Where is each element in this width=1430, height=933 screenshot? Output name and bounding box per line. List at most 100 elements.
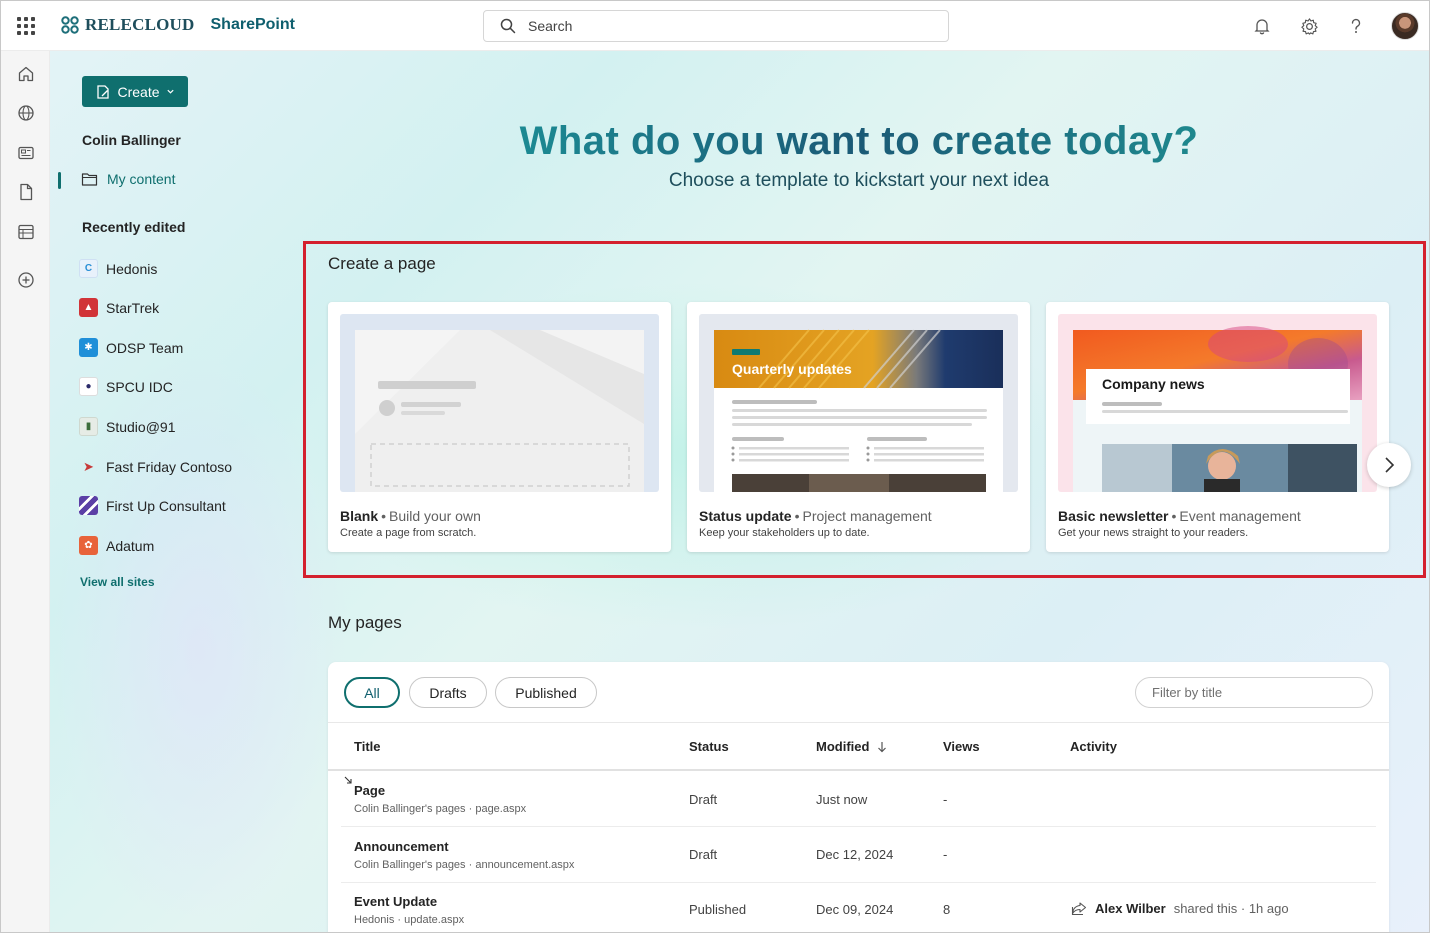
nav-my-content[interactable]: My content (81, 171, 175, 187)
app-name: SharePoint (210, 16, 295, 33)
site-logo-icon: ● (79, 377, 98, 396)
create-button[interactable]: Create (82, 76, 188, 107)
template-card-blank[interactable]: Blank • Build your own Create a page from … (328, 302, 671, 552)
view-all-sites-link[interactable]: View all sites (80, 575, 155, 589)
row-status: Draft (689, 792, 718, 807)
globe-icon[interactable] (16, 103, 36, 123)
site-studio91[interactable]: ▮ Studio@91 (79, 417, 175, 436)
template-description: Keep your stakeholders up to date. (699, 527, 870, 539)
row-title[interactable]: Page (354, 783, 385, 798)
site-logo-icon: ▮ (79, 417, 98, 436)
site-adatum[interactable]: ✿ Adatum (79, 536, 154, 555)
brand[interactable]: RELECLOUD SharePoint (61, 15, 295, 35)
newsletter-illustration: Company news (1073, 326, 1362, 492)
notifications-bell-icon[interactable] (1250, 14, 1274, 38)
filter-all[interactable]: All (344, 677, 400, 708)
row-activity: Alex Wilber shared this · 1h ago (1071, 901, 1289, 916)
row-views: 8 (943, 902, 951, 917)
folder-icon (81, 172, 98, 186)
site-label: StarTrek (106, 299, 160, 316)
site-hedonis[interactable]: C Hedonis (79, 259, 157, 278)
template-name: Status update (699, 508, 792, 524)
thumbnail-heading: Company news (1102, 376, 1205, 392)
nav-my-content-label: My content (107, 171, 176, 187)
site-logo-icon: C (79, 259, 98, 278)
settings-gear-icon[interactable] (1297, 14, 1321, 38)
help-icon[interactable] (1344, 14, 1368, 38)
template-card-status-update[interactable]: Quarterly updates Status update • Project … (687, 302, 1030, 552)
site-label: Hedonis (106, 260, 158, 277)
org-name: RELECLOUD (85, 15, 195, 34)
create-page-heading: Create a page (328, 254, 436, 273)
list-icon[interactable] (16, 222, 36, 242)
site-fast-friday-contoso[interactable]: ➤ Fast Friday Contoso (79, 457, 232, 476)
template-description: Get your news straight to your readers. (1058, 527, 1249, 539)
status-update-thumbnail: Quarterly updates (699, 314, 1018, 492)
activity-user[interactable]: Alex Wilber (1095, 901, 1166, 916)
template-title: Blank • Build your own (340, 508, 481, 524)
home-icon[interactable] (16, 64, 36, 84)
newsletter-thumbnail: Company news (1058, 314, 1377, 492)
column-header-modified[interactable]: Modified (816, 739, 887, 754)
filter-drafts[interactable]: Drafts (409, 677, 487, 708)
template-category: Event management (1179, 508, 1301, 524)
hero-title: What do you want to create today? (481, 119, 1237, 164)
filter-published[interactable]: Published (495, 677, 597, 708)
search-placeholder: Search (528, 18, 573, 34)
filter-by-title-input[interactable] (1135, 677, 1373, 708)
column-header-activity[interactable]: Activity (1070, 739, 1117, 754)
site-startrek[interactable]: ▲ StarTrek (79, 298, 159, 317)
template-name: Basic newsletter (1058, 508, 1169, 524)
template-card-basic-newsletter[interactable]: Company news Basic newsletter • Event mana… (1046, 302, 1389, 552)
app-bar (1, 51, 50, 932)
search-box[interactable]: Search (483, 10, 949, 42)
site-label: Studio@91 (106, 418, 176, 435)
site-label: First Up Consultant (106, 497, 226, 514)
row-modified: Dec 12, 2024 (816, 847, 894, 862)
document-icon[interactable] (16, 182, 36, 202)
template-category: Project management (802, 508, 932, 524)
site-logo-icon: ➤ (83, 458, 94, 474)
template-name: Blank (340, 508, 379, 524)
header-actions (1250, 1, 1429, 51)
row-views: - (943, 792, 948, 807)
blank-thumbnail (340, 314, 659, 492)
site-label: SPCU IDC (106, 378, 173, 395)
site-logo-icon: ▲ (79, 298, 98, 317)
column-label: Modified (816, 739, 870, 754)
recently-edited-heading: Recently edited (82, 219, 186, 235)
row-location: Colin Ballinger's pages · page.aspx (354, 803, 527, 815)
share-icon (1071, 902, 1087, 916)
selected-indicator (58, 172, 61, 189)
column-label: Title (354, 739, 381, 754)
row-location: Hedonis · update.aspx (354, 914, 465, 926)
add-icon[interactable] (16, 270, 36, 290)
row-title[interactable]: Event Update (354, 894, 437, 909)
site-first-up-consultant[interactable]: First Up Consultant (79, 496, 226, 515)
app-window: RELECLOUD SharePoint Search Create Colin… (0, 0, 1430, 933)
news-icon[interactable] (16, 143, 36, 163)
site-odsp-team[interactable]: ✱ ODSP Team (79, 338, 183, 357)
row-modified: Dec 09, 2024 (816, 902, 894, 917)
suite-header: RELECLOUD SharePoint Search (1, 1, 1429, 51)
create-label: Create (117, 83, 160, 100)
row-divider (341, 882, 1376, 883)
new-page-icon (97, 84, 110, 99)
status-update-illustration: Quarterly updates (714, 329, 1003, 492)
blank-page-illustration (355, 330, 644, 492)
row-title[interactable]: Announcement (354, 839, 449, 854)
site-spcu-idc[interactable]: ● SPCU IDC (79, 377, 173, 396)
row-status: Draft (689, 847, 718, 862)
column-header-title[interactable]: Title (354, 739, 381, 754)
app-launcher-icon[interactable] (15, 15, 37, 37)
next-templates-button[interactable] (1367, 443, 1411, 487)
user-avatar[interactable] (1391, 12, 1419, 40)
row-modified: Just now (816, 792, 868, 807)
template-title: Basic newsletter • Event management (1058, 508, 1301, 524)
column-header-status[interactable]: Status (689, 739, 729, 754)
column-label: Status (689, 739, 729, 754)
search-icon (500, 18, 516, 34)
column-header-views[interactable]: Views (943, 739, 980, 754)
row-status: Published (689, 902, 747, 917)
chevron-down-icon (166, 89, 174, 94)
